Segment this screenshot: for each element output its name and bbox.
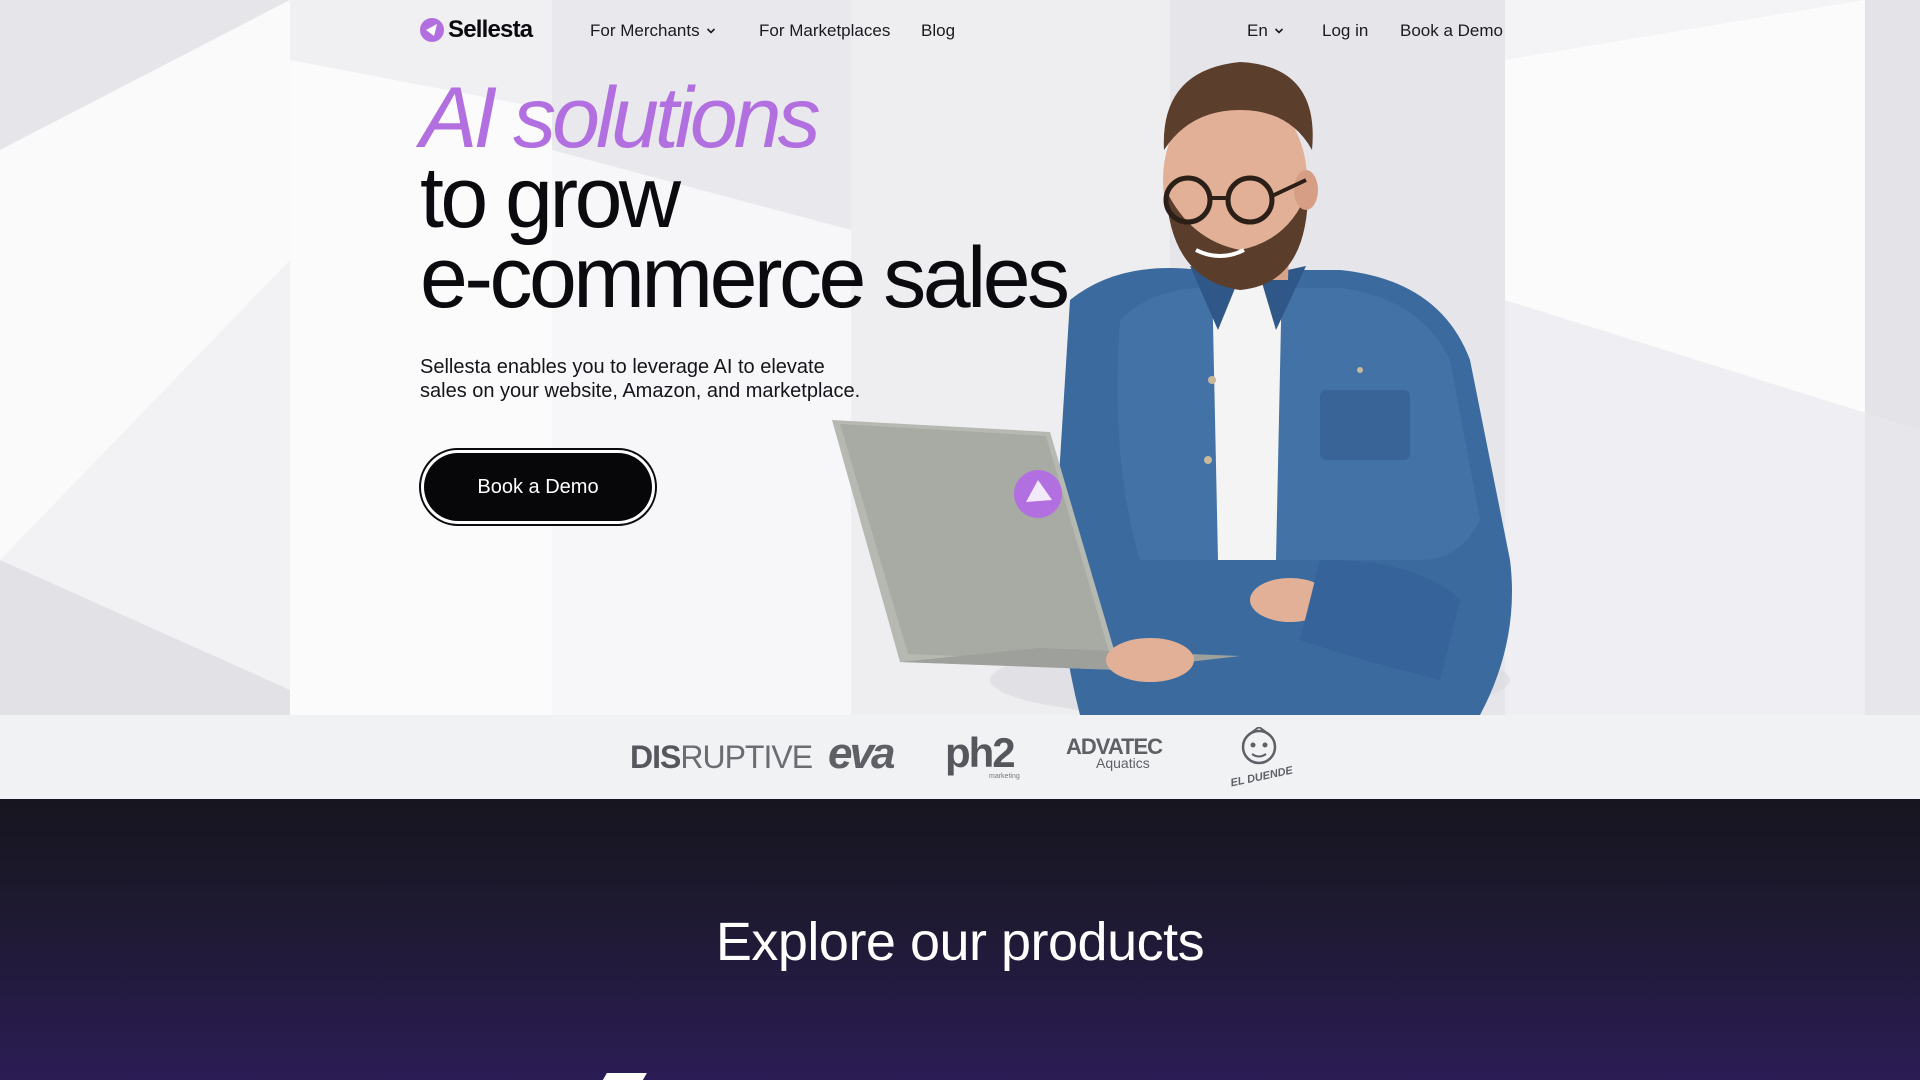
brand-logo[interactable]: Sellesta bbox=[420, 16, 533, 44]
sellesta-logo-icon bbox=[420, 18, 444, 42]
ph2-sub: marketing bbox=[989, 773, 1020, 780]
ph2-name: ph2 bbox=[945, 729, 1016, 776]
hero-book-demo-button[interactable]: Book a Demo bbox=[424, 453, 652, 521]
brand-name: Sellesta bbox=[448, 16, 533, 43]
client-logo-advatec: ADVATEC Aquatics bbox=[1066, 736, 1163, 771]
hero-person-image bbox=[832, 62, 1512, 715]
client-logo-ph2: ph2 marketing bbox=[945, 729, 1020, 780]
hero-section: Sellesta For Merchants For Marketplaces … bbox=[0, 0, 1920, 715]
client-logo-disruptive: DISRUPTIVE bbox=[630, 739, 813, 776]
client-logos-strip: DISRUPTIVE eva ph2 marketing ADVATEC Aquat… bbox=[0, 715, 1920, 799]
login-link[interactable]: Log in bbox=[1322, 21, 1368, 41]
language-selector[interactable]: En bbox=[1247, 21, 1284, 41]
nav-for-merchants[interactable]: For Merchants bbox=[590, 21, 716, 41]
language-label: En bbox=[1247, 21, 1268, 40]
nav-book-demo-link[interactable]: Book a Demo bbox=[1400, 21, 1503, 41]
client-logo-el-duende: EL DUENDE bbox=[1228, 725, 1294, 789]
chevron-down-icon bbox=[706, 28, 715, 34]
product-card-peek bbox=[601, 1073, 647, 1080]
products-section: Explore our products bbox=[0, 799, 1920, 1080]
nav-blog[interactable]: Blog bbox=[921, 21, 955, 41]
disruptive-rest: RUPTIVE bbox=[680, 739, 813, 775]
hero-cta-outline: Book a Demo bbox=[419, 448, 657, 526]
el-duende-mascot-icon bbox=[1241, 725, 1277, 765]
nav-for-merchants-label: For Merchants bbox=[590, 21, 700, 40]
nav-for-marketplaces[interactable]: For Marketplaces bbox=[759, 21, 890, 41]
chevron-down-icon bbox=[1274, 28, 1283, 34]
client-logo-eva: eva bbox=[828, 729, 895, 778]
products-title: Explore our products bbox=[715, 912, 1205, 972]
disruptive-bold: DIS bbox=[630, 739, 681, 775]
